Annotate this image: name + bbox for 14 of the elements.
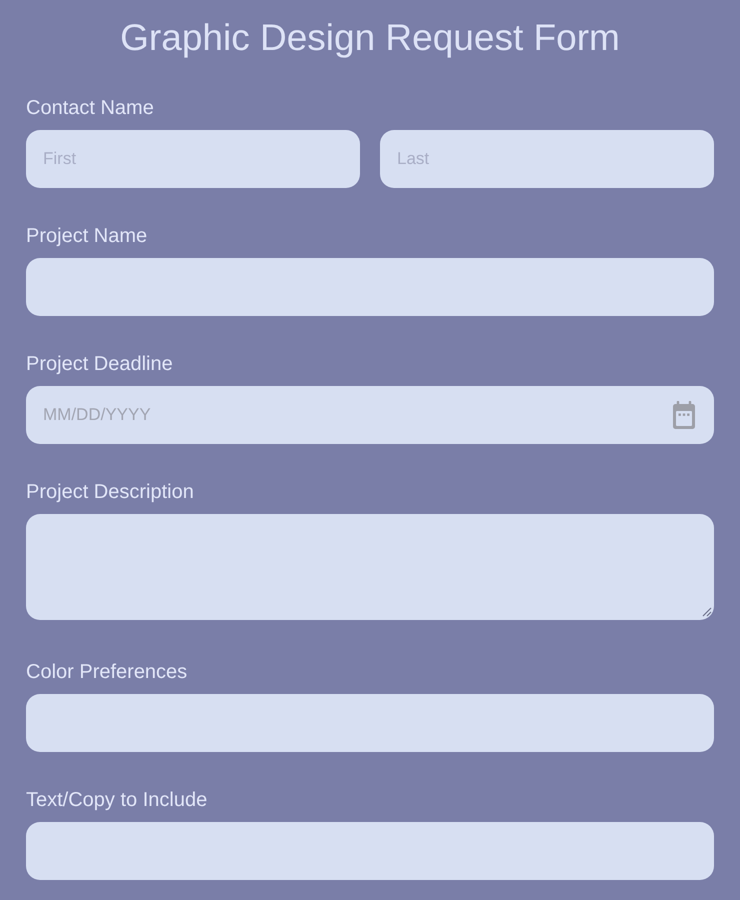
text-field[interactable] (26, 822, 714, 880)
field-label: Project Name (26, 224, 148, 248)
field-label: Project Description (26, 480, 194, 504)
field-label: Color Preferences (26, 660, 188, 684)
text-field[interactable] (26, 258, 714, 316)
calendar-icon[interactable] (673, 401, 695, 429)
field-label: Project Deadline (26, 352, 173, 376)
description-field[interactable] (26, 514, 714, 620)
date-field[interactable]: MM/DD/YYYY (26, 386, 714, 444)
resize-grip-icon[interactable] (702, 607, 712, 617)
field-label: Contact Name (26, 96, 154, 120)
field-label: Text/Copy to Include (26, 788, 208, 812)
form-title: Graphic Design Request Form (119, 16, 621, 60)
text-field[interactable] (26, 694, 714, 752)
